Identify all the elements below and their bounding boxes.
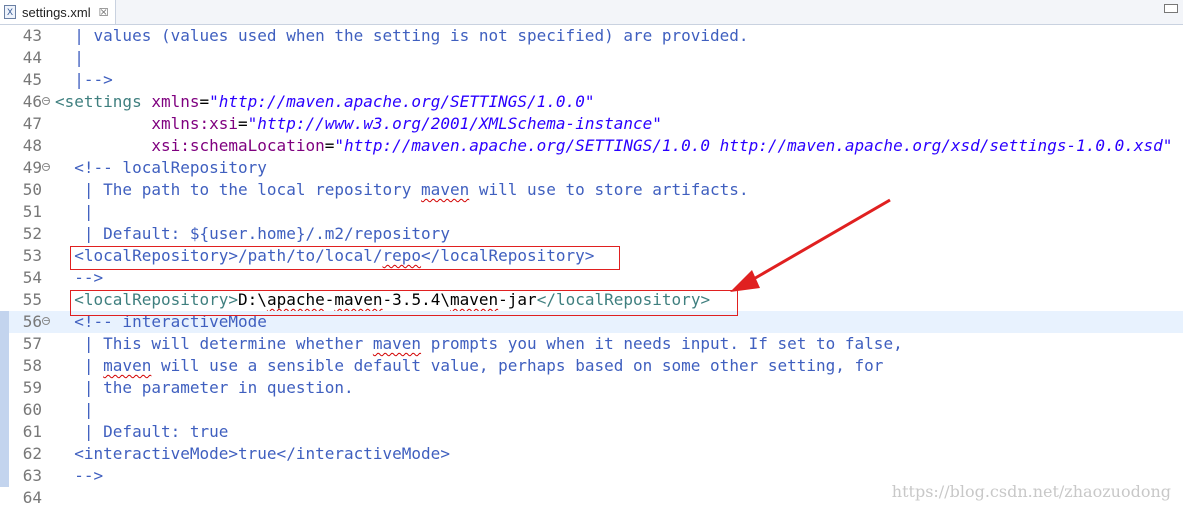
watermark: https://blog.csdn.net/zhaozuodong [891, 482, 1171, 501]
annotation-arrow [730, 198, 891, 292]
